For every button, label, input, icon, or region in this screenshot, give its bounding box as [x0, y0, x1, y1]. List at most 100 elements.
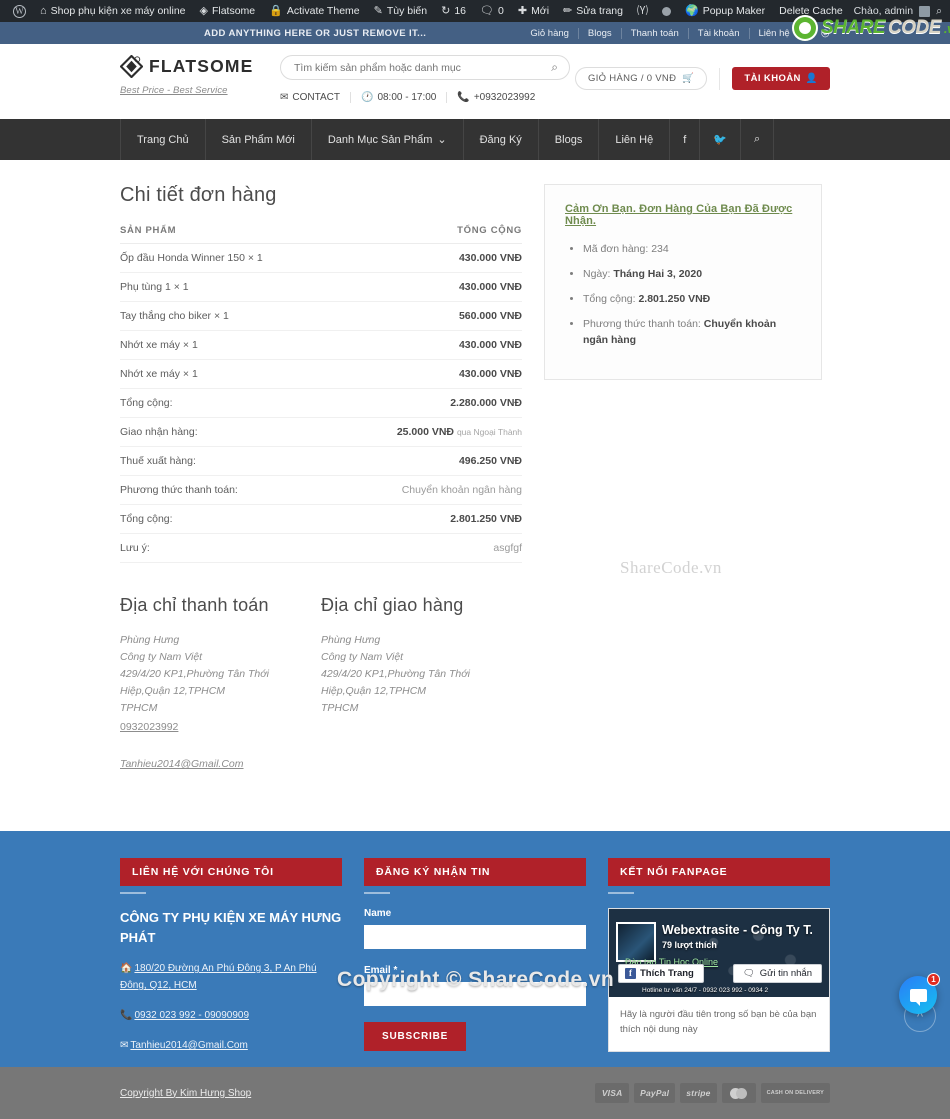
billing-address-block: Địa chỉ thanh toán Phùng Hưng Công ty Na…	[120, 595, 321, 773]
nav-label: Đăng Ký	[479, 133, 522, 146]
header-actions: GIỎ HÀNG / 0 VNĐ 🛒 TÀI KHOẢN 👤	[575, 55, 830, 90]
mail-icon: ✉	[280, 92, 289, 103]
nav-facebook-icon[interactable]: f	[670, 119, 701, 160]
footer-divider	[608, 892, 634, 894]
admin-bar-updates[interactable]: ↻ 16	[434, 5, 473, 17]
nav-item-contact[interactable]: Liên Hệ	[599, 119, 671, 160]
yoast-icon: 🄨	[636, 4, 648, 17]
chevron-down-icon: ⌄	[437, 134, 447, 146]
wordpress-logo-icon: W	[13, 4, 26, 18]
mastercard-icon	[721, 1083, 756, 1103]
admin-bar-comments-count: 0	[498, 5, 504, 17]
product-name: Ốp đầu Honda Winner 150 × 1	[120, 243, 335, 273]
admin-bar-wordpress-logo[interactable]: W	[6, 4, 33, 18]
nav-item-blogs[interactable]: Blogs	[539, 119, 600, 160]
fanpage-like-label: Thích Trang	[640, 968, 694, 979]
admin-bar-flatsome[interactable]: ◈ Flatsome	[193, 5, 263, 17]
shipping-value: 25.000 VNĐ qua Ngoại Thành	[334, 417, 522, 447]
billing-address-lines: Phùng Hưng Công ty Nam Việt 429/4/20 KP1…	[120, 632, 321, 773]
clock-icon: 🕐	[360, 92, 374, 103]
nav-search-icon[interactable]: ⌕	[741, 119, 775, 160]
billing-line: 429/4/20 KP1,Phường Tân Thới	[120, 668, 269, 680]
sharecode-watermark-logo: SHARECODE.vn	[792, 15, 950, 41]
shipping-address-title: Địa chỉ giao hàng	[321, 595, 464, 615]
fanpage-message-button[interactable]: 🗨 Gửi tin nhắn	[732, 964, 822, 983]
footer-bottom-bar: Copyright By Kim Hưng Shop VISA PayPal s…	[0, 1067, 950, 1119]
order-number-value: 234	[651, 243, 669, 255]
phone-number[interactable]: 📞 +0932023992	[446, 92, 545, 103]
list-item: Tổng cộng: 2.801.250 VNĐ	[583, 291, 801, 307]
admin-bar-status[interactable]	[655, 6, 678, 16]
grand-total-row: Tổng cộng: 2.801.250 VNĐ	[120, 504, 522, 534]
product-total: 560.000 VNĐ	[334, 301, 522, 331]
search-icon[interactable]: ⌕	[551, 60, 558, 75]
hours-label: 08:00 - 17:00	[377, 92, 437, 103]
chat-widget-button[interactable]: 1	[899, 973, 940, 1014]
nav-item-new-products[interactable]: Sản Phẩm Mới	[206, 119, 312, 160]
circle-icon	[661, 6, 671, 16]
admin-bar-popup-maker[interactable]: 🌍 Popup Maker	[678, 5, 772, 17]
edit-icon: ✏	[563, 4, 573, 17]
brand-block[interactable]: FLATSOME Best Price - Best Service	[120, 55, 270, 96]
sharecode-logo-vn: .vn	[943, 20, 950, 36]
subtotal-row: Tổng cộng: 2.280.000 VNĐ	[120, 388, 522, 418]
fanpage-like-button[interactable]: f Thích Trang	[618, 964, 704, 983]
opening-hours: 🕐 08:00 - 17:00	[349, 92, 446, 103]
admin-bar-updates-count: 16	[454, 5, 467, 17]
admin-bar-new[interactable]: ✚ Mới	[511, 5, 556, 17]
nav-item-product-categories[interactable]: Danh Mục Sản Phẩm ⌄	[312, 119, 464, 160]
tax-value: 496.250 VNĐ	[334, 446, 522, 476]
order-received-card: Cảm Ơn Bạn. Đơn Hàng Của Bạn Đã Được Nhậ…	[544, 184, 822, 380]
contact-link[interactable]: ✉ CONTACT	[280, 92, 350, 103]
nav-item-home[interactable]: Trang Chủ	[120, 119, 206, 160]
product-search-box[interactable]: ⌕	[280, 55, 570, 80]
site-logo[interactable]: FLATSOME	[120, 55, 270, 78]
flatsome-diamond-icon	[120, 55, 143, 78]
grand-total-value: 2.801.250 VNĐ	[334, 504, 522, 534]
topbar-link-cart[interactable]: Giỏ hàng	[521, 28, 578, 39]
footer-phone-link[interactable]: 📞 0932 023 992 - 09090909	[120, 1007, 342, 1024]
cart-button[interactable]: GIỎ HÀNG / 0 VNĐ 🛒	[575, 67, 708, 90]
fanpage-empty-state: Hãy là người đầu tiên trong số bạn bè củ…	[620, 1009, 817, 1035]
admin-bar-edit-page[interactable]: ✏ Sửa trang	[556, 5, 630, 17]
pencil-icon: ✎	[373, 4, 383, 17]
fanpage-cover-hotline: Hotline tư vấn 24/7 - 0932 023 992 - 093…	[642, 987, 769, 994]
product-total: 430.000 VNĐ	[334, 272, 522, 302]
newsletter-name-input[interactable]	[364, 925, 586, 949]
nav-item-register[interactable]: Đăng Ký	[464, 119, 539, 160]
payment-method-label: Phương thức thanh toán:	[120, 475, 335, 505]
topbar-link-account[interactable]: Tài khoản	[687, 27, 749, 39]
nav-label: Liên Hệ	[615, 133, 654, 146]
search-input[interactable]	[292, 60, 552, 75]
footer-address-link[interactable]: 🏠 180/20 Đường An Phú Đông 3, P An Phú Đô…	[120, 960, 342, 994]
order-total-value: 2.801.250 VNĐ	[638, 293, 711, 305]
topbar-link-checkout[interactable]: Thanh toán	[620, 27, 688, 39]
admin-bar-popup-maker-label: Popup Maker	[702, 5, 766, 17]
facebook-page-widget[interactable]: Webextrasite - Công Ty T... 79 lượt thíc…	[608, 908, 830, 1052]
billing-address-title: Địa chỉ thanh toán	[120, 595, 269, 615]
product-total: 430.000 VNĐ	[334, 359, 522, 389]
product-name: Phụ tùng 1 × 1	[120, 272, 335, 302]
newsletter-subscribe-button[interactable]: SUBSCRIBE	[364, 1022, 467, 1051]
account-button[interactable]: TÀI KHOẢN 👤	[732, 67, 830, 90]
payment-method-value: Chuyển khoản ngân hàng	[334, 475, 522, 505]
nav-twitter-icon[interactable]: 🐦	[700, 119, 742, 160]
site-title: FLATSOME	[149, 56, 254, 76]
header-meta: ✉ CONTACT 🕐 08:00 - 17:00 📞 +0932023992	[280, 92, 570, 103]
admin-bar-yoast[interactable]: 🄨	[630, 4, 655, 17]
nav-label: Trang Chủ	[137, 133, 189, 146]
cash-on-delivery-icon: CASH ON DELIVERY	[760, 1083, 830, 1103]
shipping-amount: 25.000 VNĐ	[396, 426, 455, 438]
billing-email-link[interactable]: Tanhieu2014@Gmail.Com	[120, 756, 321, 773]
footer-email-text: Tanhieu2014@Gmail.Com	[130, 1040, 248, 1051]
note-label: Lưu ý:	[120, 533, 335, 563]
admin-bar-site-name[interactable]: ⌂ Shop phụ kiện xe máy online	[33, 5, 193, 17]
admin-bar-comments[interactable]: 🗨 0	[473, 5, 511, 17]
newsletter-email-input[interactable]	[364, 982, 586, 1006]
billing-phone-link[interactable]: 0932023992	[120, 719, 321, 736]
topbar-link-blogs[interactable]: Blogs	[577, 27, 621, 39]
product-name: Tay thắng cho biker × 1	[120, 301, 335, 331]
admin-bar-activate-theme[interactable]: 🔒 Activate Theme	[262, 5, 366, 17]
copyright-link[interactable]: Copyright By Kim Hưng Shop	[120, 1088, 251, 1099]
admin-bar-customize[interactable]: ✎ Tùy biến	[367, 5, 435, 17]
